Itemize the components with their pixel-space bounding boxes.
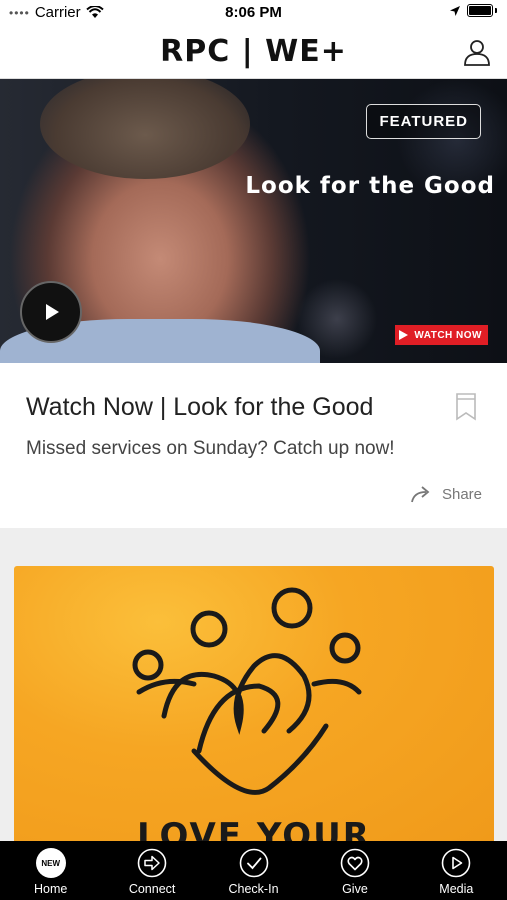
tab-home-label: Home — [34, 882, 68, 896]
battery-tip — [495, 8, 497, 13]
share-label: Share — [441, 485, 482, 503]
featured-badge: FEATURED — [366, 104, 481, 139]
hero-image-detail — [40, 79, 250, 179]
tab-check-in[interactable]: Check-In — [203, 841, 304, 900]
battery-icon — [467, 4, 493, 17]
status-bar: •••• Carrier 8:06 PM — [0, 0, 507, 26]
share-arrow-icon — [411, 486, 430, 503]
status-right — [449, 4, 497, 17]
watch-now-badge[interactable]: WATCH NOW — [395, 325, 488, 345]
tab-give-label: Give — [342, 882, 368, 896]
card-title: Watch Now | Look for the Good — [26, 393, 374, 421]
new-badge: NEW — [35, 848, 66, 878]
hero-title: Look for the Good — [245, 173, 495, 199]
tab-give[interactable]: Give — [304, 841, 405, 900]
tab-bar: NEW Home Connect Check-In Give Media — [0, 841, 507, 900]
promo-card[interactable]: LOVE YOUR — [14, 566, 494, 846]
nav-bar: RPC | WE+ — [0, 26, 507, 79]
new-icon: NEW — [35, 848, 66, 878]
tab-connect[interactable]: Connect — [101, 841, 202, 900]
play-button[interactable] — [20, 281, 82, 343]
share-button[interactable]: Share — [410, 485, 482, 503]
card-subtitle: Missed services on Sunday? Catch up now! — [26, 438, 395, 459]
play-icon — [46, 304, 59, 320]
app-logo[interactable]: RPC | WE+ — [0, 34, 507, 69]
tab-connect-label: Connect — [128, 882, 176, 896]
location-arrow-icon — [450, 5, 460, 16]
watch-now-label: WATCH NOW — [414, 329, 482, 341]
status-time: 8:06 PM — [225, 4, 282, 21]
play-triangle-icon — [399, 330, 409, 340]
tab-media[interactable]: Media — [406, 841, 507, 900]
featured-hero[interactable]: FEATURED Look for the Good WATCH NOW — [0, 79, 507, 363]
check-circle-icon — [239, 848, 268, 878]
arrow-circle-icon — [137, 848, 167, 878]
profile-icon[interactable] — [463, 38, 491, 66]
tab-media-label: Media — [439, 882, 474, 896]
heart-people-illustration — [132, 587, 362, 795]
tab-check-in-label: Check-In — [228, 882, 279, 896]
play-circle-icon — [442, 848, 471, 878]
bookmark-icon[interactable] — [455, 393, 477, 421]
heart-circle-icon — [340, 848, 370, 878]
tab-home[interactable]: NEW Home — [0, 841, 101, 900]
content-card[interactable]: Watch Now | Look for the Good Missed ser… — [0, 363, 507, 528]
